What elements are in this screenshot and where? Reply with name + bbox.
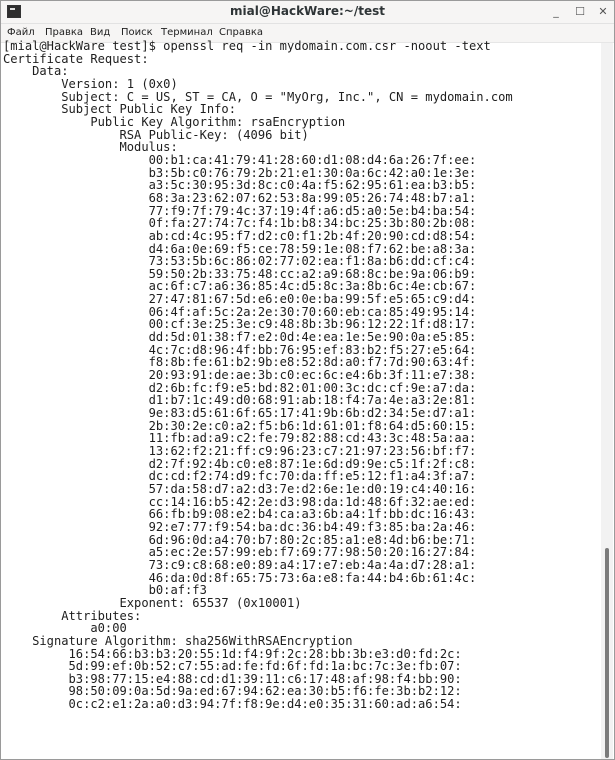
close-button[interactable]: ✕ <box>595 4 611 20</box>
minimize-button[interactable]: _ <box>548 4 564 20</box>
menu-terminal[interactable]: Терминал <box>161 27 213 38</box>
menu-search[interactable]: Поиск <box>121 27 153 38</box>
scrollbar-thumb[interactable] <box>605 548 609 758</box>
maximize-button[interactable]: ☐ <box>572 4 588 20</box>
menu-edit[interactable]: Правка <box>45 27 83 38</box>
vertical-scrollbar[interactable] <box>601 43 613 759</box>
menu-file[interactable]: Файл <box>7 27 35 38</box>
terminal-output[interactable]: [mial@HackWare test]$ openssl req -in my… <box>3 40 597 758</box>
terminal-text: [mial@HackWare test]$ openssl req -in my… <box>3 40 597 711</box>
window-title: mial@HackWare:~/test <box>229 4 385 18</box>
menu-view[interactable]: Вид <box>90 27 110 38</box>
menu-help[interactable]: Справка <box>219 27 263 38</box>
terminal-window: mial@HackWare:~/test _ ☐ ✕ Файл Правка В… <box>0 0 615 760</box>
terminal-line: 0c:c2:e1:2a:a0:d3:94:7f:f8:9e:d4:e0:35:3… <box>3 697 462 712</box>
title-bar[interactable]: mial@HackWare:~/test _ ☐ ✕ <box>1 1 614 24</box>
